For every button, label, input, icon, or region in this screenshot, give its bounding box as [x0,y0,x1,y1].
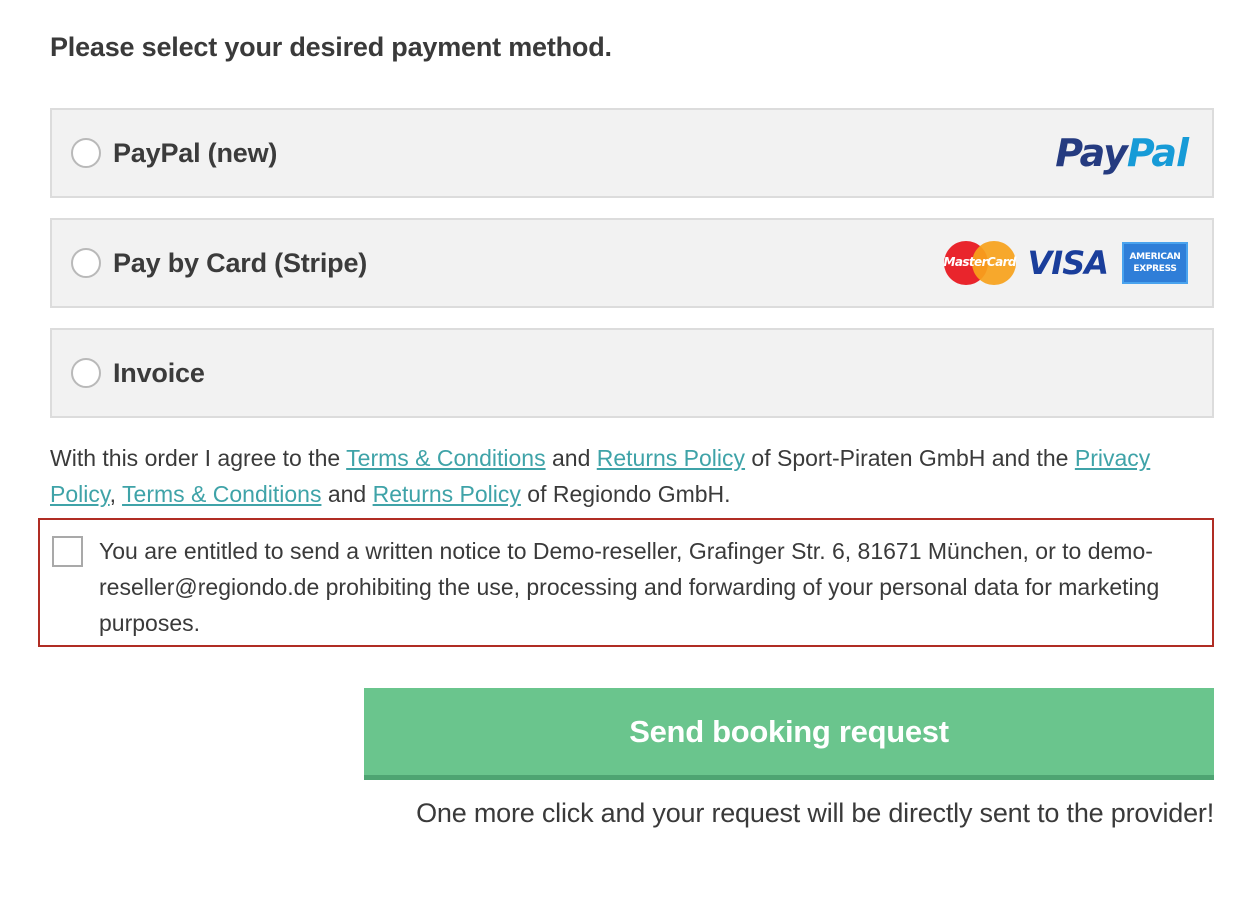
invoice-radio[interactable] [71,358,101,388]
mastercard-text: MasterCard [943,255,1017,269]
payment-option-paypal[interactable]: PayPal (new) PayPal [50,108,1214,198]
paypal-logo-area: PayPal [1055,131,1189,175]
terms-text-3: of Sport-Piraten GmbH and the [745,445,1075,471]
terms-conditions-link-sport-piraten[interactable]: Terms & Conditions [346,445,545,471]
marketing-consent-box: You are entitled to send a written notic… [38,518,1214,647]
paypal-logo: PayPal [1055,131,1189,175]
visa-logo: VISA [1027,244,1109,282]
payment-option-card[interactable]: Pay by Card (Stripe) MasterCard VISA AME… [50,218,1214,308]
terms-text-6: of Regiondo GmbH. [520,481,731,507]
marketing-consent-text: You are entitled to send a written notic… [99,538,1160,636]
terms-text-1: With this order I agree to the [50,445,347,471]
amex-text-line2: EXPRESS [1133,264,1177,274]
terms-text-4: , [109,481,123,507]
mastercard-logo: MasterCard [943,241,1017,285]
paypal-label: PayPal (new) [113,137,278,168]
marketing-consent-checkbox[interactable] [52,536,83,567]
returns-policy-link-sport-piraten[interactable]: Returns Policy [597,445,745,471]
card-logos: MasterCard VISA AMERICAN EXPRESS [943,241,1188,285]
payment-option-invoice[interactable]: Invoice [50,328,1214,418]
card-radio[interactable] [71,248,101,278]
terms-conditions-link-regiondo[interactable]: Terms & Conditions [122,481,321,507]
returns-policy-link-regiondo[interactable]: Returns Policy [373,481,521,507]
page-heading: Please select your desired payment metho… [50,32,612,62]
paypal-logo-pay: Pay [1055,131,1128,175]
terms-text-5: and [321,481,373,507]
amex-text: AMERICAN EXPRESS [1129,251,1180,275]
terms-agreement: With this order I agree to the Terms & C… [50,440,1220,512]
invoice-label: Invoice [113,357,205,388]
card-label: Pay by Card (Stripe) [113,247,368,278]
amex-logo: AMERICAN EXPRESS [1122,242,1188,284]
paypal-logo-pal: Pal [1126,131,1189,175]
submit-hint: One more click and your request will be … [416,798,1214,828]
send-booking-request-button[interactable]: Send booking request [364,688,1214,780]
amex-text-line1: AMERICAN [1129,252,1181,262]
paypal-radio[interactable] [71,138,101,168]
terms-text-2: and [545,445,597,471]
